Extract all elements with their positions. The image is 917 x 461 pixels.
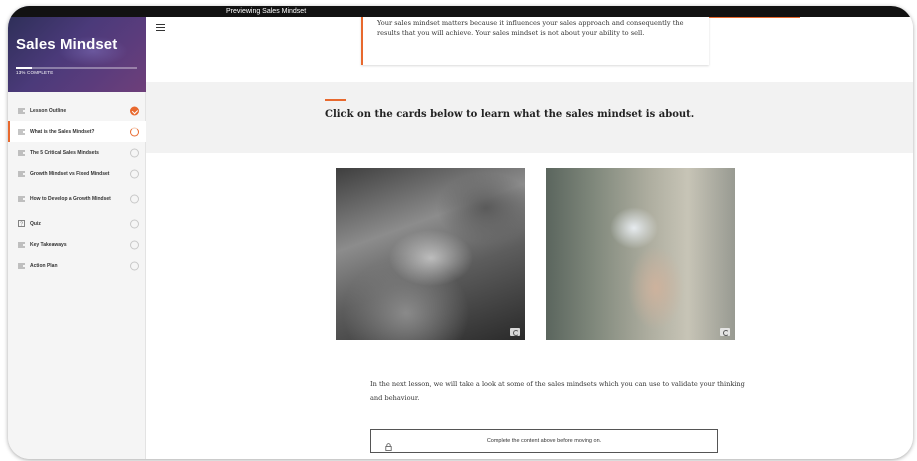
not-started-icon	[130, 240, 139, 249]
flip-card-2[interactable]	[546, 168, 735, 340]
lines-icon	[17, 127, 26, 136]
preview-banner: Previewing Sales Mindset	[8, 6, 913, 17]
complete-check-icon	[130, 106, 139, 115]
not-started-icon	[130, 219, 139, 228]
cards-heading: Click on the cards below to learn what t…	[325, 109, 695, 120]
sidebar-item-develop-growth-mindset[interactable]: How to Develop a Growth Mindset	[8, 184, 146, 213]
sidebar-item-label: Key Takeaways	[30, 241, 67, 248]
flip-icon	[720, 328, 730, 336]
continue-label: Complete the content above before moving…	[486, 438, 602, 444]
intro-text: Your sales mindset matters because it in…	[377, 19, 684, 37]
lesson-list: Lesson Outline What is the Sales Mindset…	[8, 100, 146, 276]
lines-icon	[17, 148, 26, 157]
course-header: Sales Mindset 13% COMPLETE	[8, 6, 146, 92]
lines-icon	[17, 261, 26, 270]
not-started-icon	[130, 148, 139, 157]
lines-icon	[17, 106, 26, 115]
sidebar-item-label: What is the Sales Mindset?	[30, 128, 95, 135]
sidebar-item-quiz[interactable]: ? Quiz	[8, 213, 146, 234]
sidebar-item-label: How to Develop a Growth Mindset	[30, 195, 111, 202]
sidebar: Sales Mindset 13% COMPLETE Lesson Outlin…	[8, 6, 146, 459]
flip-card-1[interactable]	[336, 168, 525, 340]
lesson-content: Your sales mindset matters because it in…	[146, 6, 913, 459]
sidebar-item-label: Lesson Outline	[30, 107, 67, 114]
sidebar-item-growth-vs-fixed[interactable]: Growth Mindset vs Fixed Mindset	[8, 163, 146, 184]
lines-icon	[17, 194, 26, 203]
svg-text:?: ?	[20, 222, 23, 228]
course-progress-fill	[16, 67, 32, 69]
not-started-icon	[130, 194, 139, 203]
sidebar-item-5-critical-sales-mindsets[interactable]: The 5 Critical Sales Mindsets	[8, 142, 146, 163]
flip-icon	[510, 328, 520, 336]
sidebar-item-lesson-outline[interactable]: Lesson Outline	[8, 100, 146, 121]
continue-button[interactable]: Complete the content above before moving…	[370, 429, 718, 453]
course-progress-text: 13% COMPLETE	[16, 70, 54, 75]
heading-accent-bar	[325, 99, 346, 101]
not-started-icon	[130, 169, 139, 178]
course-progress-bar	[16, 67, 137, 69]
in-progress-icon	[130, 127, 139, 136]
next-lesson-text: In the next lesson, we will take a look …	[370, 380, 745, 402]
sidebar-item-key-takeaways[interactable]: Key Takeaways	[8, 234, 146, 255]
sidebar-item-label: Quiz	[30, 220, 41, 227]
sidebar-item-action-plan[interactable]: Action Plan	[8, 255, 146, 276]
sidebar-item-label: The 5 Critical Sales Mindsets	[30, 149, 99, 156]
not-started-icon	[130, 261, 139, 270]
sidebar-item-label: Growth Mindset vs Fixed Mindset	[30, 170, 110, 177]
lines-icon	[17, 169, 26, 178]
sidebar-item-label: Action Plan	[30, 262, 58, 269]
course-title: Sales Mindset	[16, 36, 118, 53]
hamburger-menu-icon[interactable]	[156, 24, 165, 33]
quiz-icon: ?	[17, 219, 26, 228]
lines-icon	[17, 240, 26, 249]
app-window: Previewing Sales Mindset Sales Mindset 1…	[8, 6, 913, 459]
sidebar-item-what-is-the-sales-mindset[interactable]: What is the Sales Mindset?	[8, 121, 146, 142]
preview-banner-text: Previewing Sales Mindset	[226, 8, 307, 15]
